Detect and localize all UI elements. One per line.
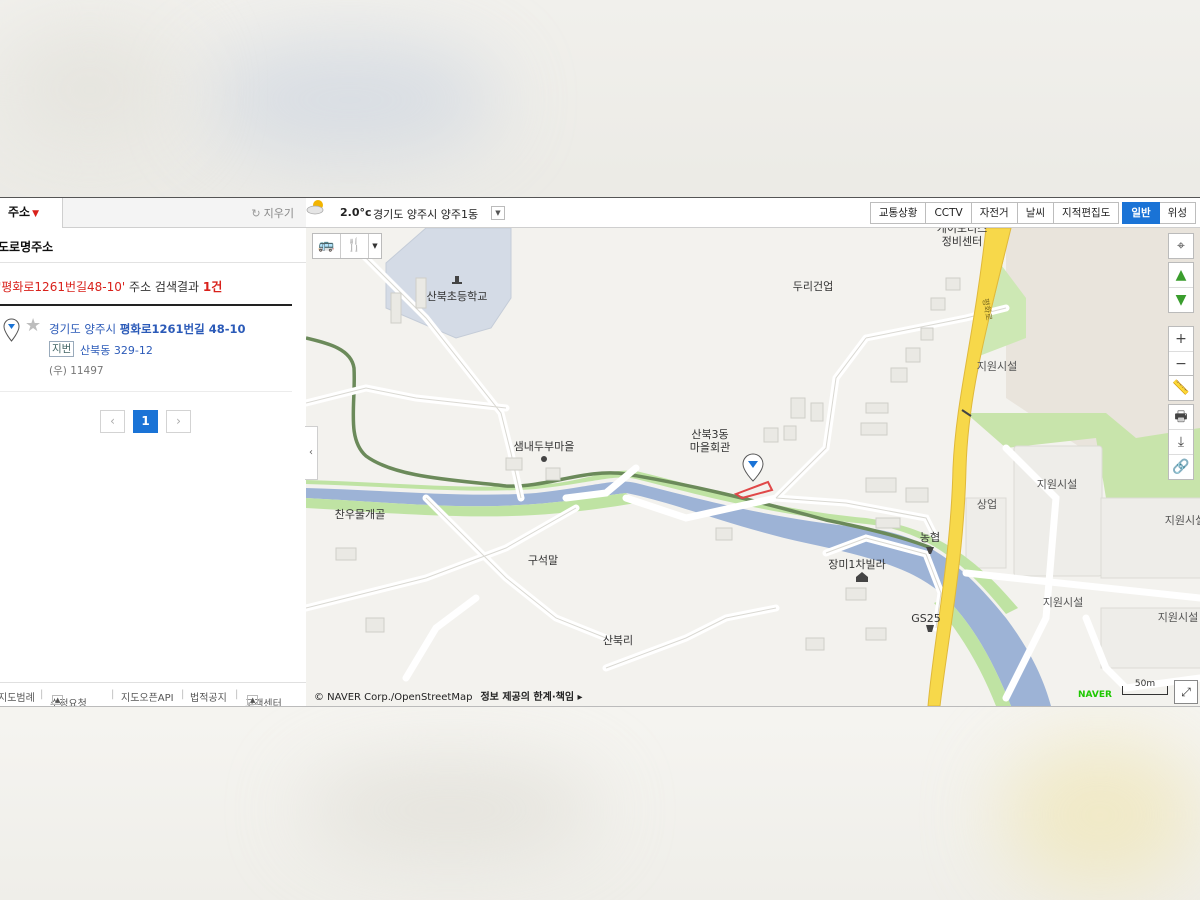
naver-logo: NAVER — [1078, 690, 1112, 700]
tool-control: 🖶 ⤓ 🔗 — [1168, 404, 1194, 480]
label-support-1: 지원시설 — [976, 360, 1018, 373]
caret-down-icon: ▼ — [32, 209, 40, 219]
result-address[interactable]: 경기도 양주시 평화로1261번길 48-10 — [49, 321, 246, 337]
weather-region[interactable]: 경기도 양주시 양주1동 — [373, 206, 478, 222]
clear-label: 지우기 — [263, 207, 294, 220]
ruler-icon[interactable]: 📏 — [1169, 376, 1193, 400]
label-chanumul: 찬우물개골 — [334, 508, 386, 521]
bus-icon[interactable]: 🚌 — [313, 234, 341, 258]
label-support-3: 지원시설 — [1164, 514, 1200, 527]
road-address-title: 도로명주소 — [0, 240, 54, 254]
page-1-button[interactable]: 1 — [133, 410, 158, 433]
region-dropdown-icon[interactable]: ▼ — [491, 206, 505, 220]
jibun-address[interactable]: 산북동 329-12 — [80, 342, 153, 358]
label-support-4: 지원시설 — [1042, 596, 1084, 609]
zoom-out-icon[interactable]: − — [1169, 352, 1193, 376]
disclaimer-link[interactable]: 정보 제공의 한계·책임 ▸ — [480, 692, 582, 703]
layer-modes: 교통상황 CCTV 자전거 날씨 지적편집도 일반 위성 — [869, 202, 1196, 224]
locate-control: ⌖ — [1168, 233, 1194, 259]
label-guseokmal: 구석말 — [527, 554, 559, 567]
result-item[interactable]: ★ 경기도 양주시 평화로1261번길 48-10 지번 산북동 329-12 … — [0, 315, 306, 391]
crosshair-icon[interactable]: ⌖ — [1169, 234, 1193, 258]
map-toolbar: 2.0°c 경기도 양주시 양주1동 ▼ 교통상황 CCTV 자전거 날씨 지적… — [306, 198, 1200, 228]
zip-code: (우) 11497 — [49, 365, 104, 377]
expand-map-icon[interactable]: ⤢ — [1174, 680, 1198, 704]
clear-button[interactable]: ↻ 지우기 — [251, 205, 294, 221]
caret-up-icon: ▲ — [52, 695, 64, 705]
divider — [0, 304, 292, 306]
scale-label: 50m — [1134, 679, 1156, 689]
mode-bicycle[interactable]: 자전거 — [971, 202, 1018, 224]
panel-footer: 지도범례 | 수정요청 ▲ | 지도오픈API | 법적공지 | 고객센터 ▲ — [0, 682, 306, 706]
mode-cadastral[interactable]: 지적편집도 — [1054, 202, 1120, 224]
zoom-control: + − — [1168, 326, 1194, 377]
location-pin-icon — [3, 318, 20, 342]
label-commercial: 상업 — [976, 498, 998, 511]
poi-filter: 🚌 🍴 ▼ — [312, 233, 382, 259]
search-panel: 주소 ▼ ↻ 지우기 도로명주소 '평화로1261번길48-10' 주소 검색결과 … — [0, 198, 307, 706]
chevron-down-icon[interactable]: ▼ — [369, 234, 381, 258]
summary-text: 주소 검색결과 — [125, 280, 203, 294]
measure-control: 📏 — [1168, 375, 1194, 401]
map-graphics — [306, 198, 1200, 706]
search-summary: '평화로1261번길48-10' 주소 검색결과 1건 — [0, 278, 222, 295]
scale-bar: 50m — [1122, 680, 1168, 695]
footer-sep: | — [40, 689, 44, 700]
address-road: 평화로1261번길 48-10 — [119, 322, 246, 336]
weather-cloud-sun-icon — [306, 200, 324, 215]
tab-address[interactable]: 주소 ▼ — [0, 198, 63, 228]
prev-page-button[interactable]: ‹ — [100, 410, 125, 433]
label-support-5: 지원시설 — [1157, 611, 1199, 624]
label-duri[interactable]: 두리건업 — [793, 278, 833, 294]
footer-legal-link[interactable]: 법적공지 — [190, 689, 227, 704]
jibun-badge: 지번 — [49, 341, 75, 357]
footer-api-link[interactable]: 지도오픈API — [121, 689, 174, 704]
restaurant-icon[interactable]: 🍴 — [341, 234, 369, 258]
panel-tabbar: 주소 ▼ ↻ 지우기 — [0, 198, 306, 228]
divider — [0, 262, 306, 263]
label-village[interactable]: 샘내두부마을 — [514, 438, 575, 454]
print-icon[interactable]: 🖶 — [1169, 405, 1193, 430]
footer-sep: | — [235, 689, 239, 700]
label-support-2: 지원시설 — [1036, 478, 1078, 491]
collapse-panel-button[interactable]: ‹ — [305, 426, 318, 480]
tilt-up-icon[interactable]: ▲ — [1169, 263, 1193, 288]
mode-weather[interactable]: 날씨 — [1017, 202, 1055, 224]
label-sanbukri: 산북리 — [602, 634, 634, 647]
mode-traffic[interactable]: 교통상황 — [869, 202, 927, 224]
label-village-hall[interactable]: 산북3동 마을회관 — [690, 428, 730, 454]
footer-legend-link[interactable]: 지도범례 — [0, 689, 35, 704]
label-villa[interactable]: 장미1차빌라 — [828, 556, 886, 572]
search-query: '평화로1261번길48-10' — [0, 280, 126, 294]
footer-sep: | — [181, 689, 185, 700]
maptype-normal[interactable]: 일반 — [1122, 202, 1160, 224]
next-page-button[interactable]: › — [166, 410, 191, 433]
refresh-icon: ↻ — [251, 207, 261, 220]
divider — [0, 391, 292, 392]
map-canvas[interactable]: 2.0°c 경기도 양주시 양주1동 ▼ 교통상황 CCTV 자전거 날씨 지적… — [306, 198, 1200, 706]
address-prefix: 경기도 양주시 — [49, 322, 120, 336]
label-nonghyup[interactable]: 농협 — [920, 529, 940, 545]
copyright: © NAVER Corp./OpenStreetMap 정보 제공의 한계·책임 … — [314, 688, 583, 703]
label-gs25[interactable]: GS25 — [911, 612, 941, 625]
caret-up-icon: ▲ — [247, 695, 259, 705]
download-icon[interactable]: ⤓ — [1169, 430, 1193, 455]
maptype-satellite[interactable]: 위성 — [1159, 202, 1196, 224]
tab-address-label: 주소 — [8, 205, 31, 219]
zoom-in-icon[interactable]: + — [1169, 327, 1193, 352]
mode-cctv[interactable]: CCTV — [926, 202, 972, 224]
link-icon[interactable]: 🔗 — [1169, 455, 1193, 479]
copyright-text: © NAVER Corp./OpenStreetMap — [314, 692, 473, 703]
result-count: 1건 — [202, 280, 223, 294]
footer-sep: | — [111, 689, 115, 700]
tilt-control: ▲ ▼ — [1168, 262, 1194, 313]
weather-temp: 2.0°c — [340, 206, 372, 219]
favorite-star-icon[interactable]: ★ — [25, 315, 41, 336]
map-app: 주소 ▼ ↻ 지우기 도로명주소 '평화로1261번길48-10' 주소 검색결과 … — [0, 197, 1200, 707]
label-school[interactable]: 산북초등학교 — [427, 288, 488, 304]
tilt-down-icon[interactable]: ▼ — [1169, 288, 1193, 312]
